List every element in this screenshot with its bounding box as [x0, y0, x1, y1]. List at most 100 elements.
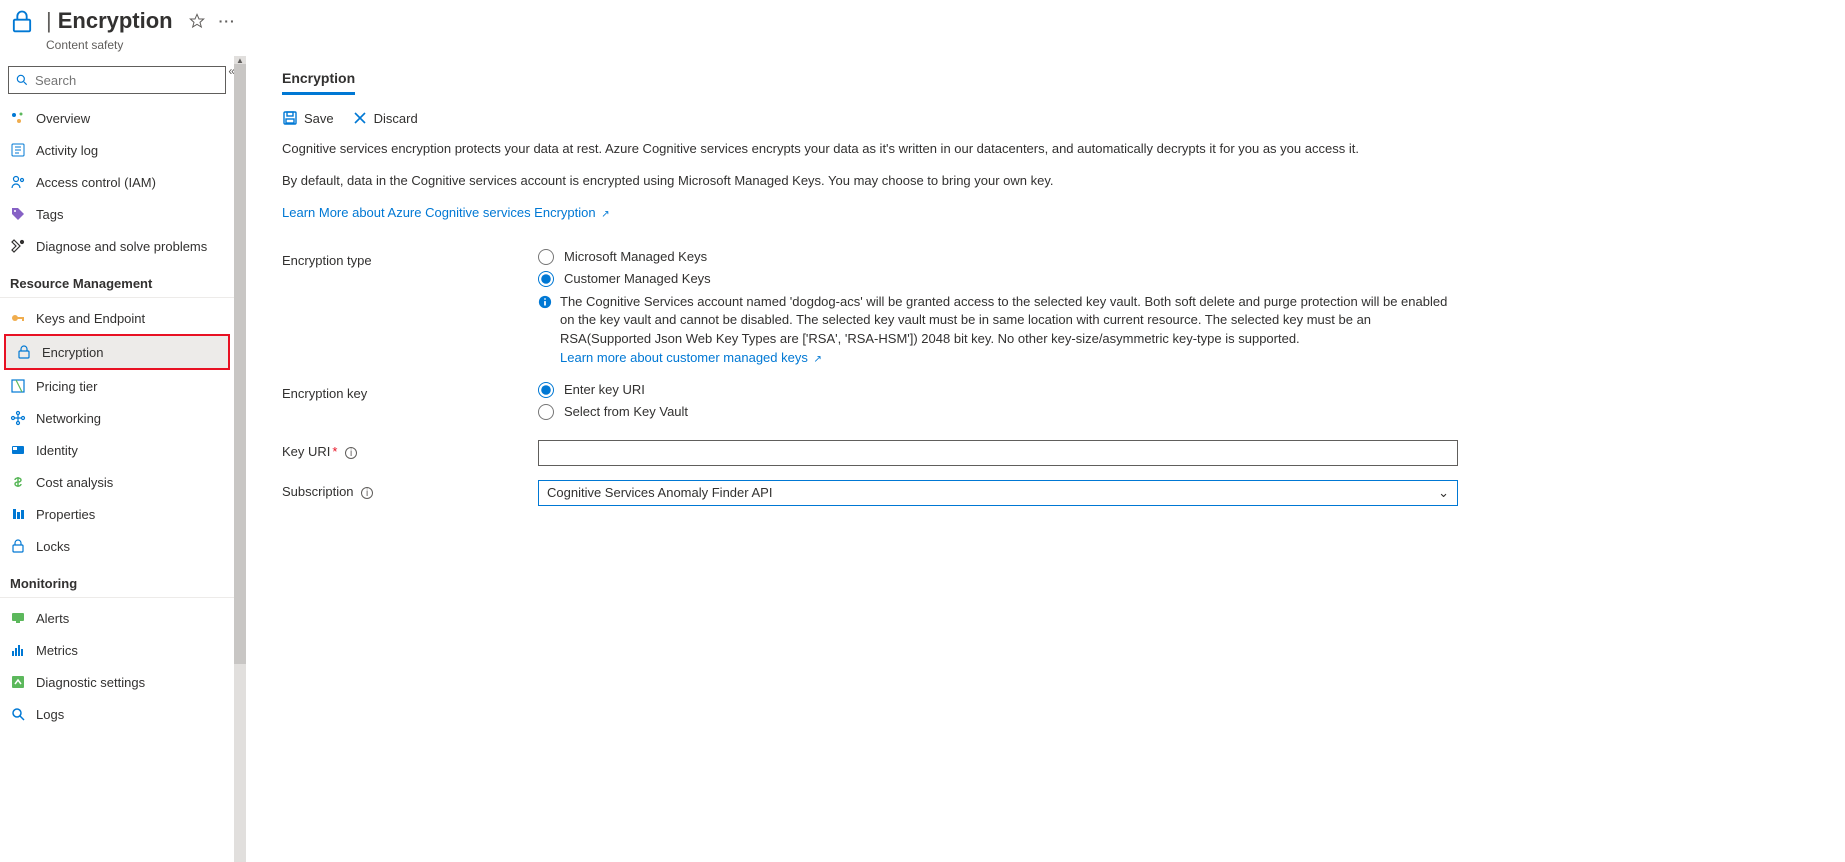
nav-label: Logs — [36, 707, 64, 722]
key-icon — [10, 310, 26, 326]
nav-label: Diagnostic settings — [36, 675, 145, 690]
nav-diagnostic-settings[interactable]: Diagnostic settings — [0, 666, 234, 698]
radio-label-cmk: Customer Managed Keys — [564, 271, 711, 286]
metrics-icon — [10, 642, 26, 658]
breadcrumb-pipe: | — [46, 8, 52, 34]
info-icon[interactable]: i — [345, 447, 357, 459]
resource-type-label: Content safety — [46, 38, 236, 52]
learn-more-link[interactable]: Learn More about Azure Cognitive service… — [282, 205, 610, 220]
key-uri-input[interactable] — [538, 440, 1458, 466]
sidebar: « Overview Activity log Access control (… — [0, 56, 234, 862]
info-text: The Cognitive Services account named 'do… — [560, 294, 1447, 347]
tab-encryption[interactable]: Encryption — [282, 64, 355, 95]
subscription-select[interactable]: Cognitive Services Anomaly Finder API ⌄ — [538, 480, 1458, 506]
nav-label: Keys and Endpoint — [36, 311, 145, 326]
nav-pricing-tier[interactable]: Pricing tier — [0, 370, 234, 402]
radio-label-enter-uri: Enter key URI — [564, 382, 645, 397]
main-content: Encryption Save Discard Cognitive servic… — [246, 56, 1845, 862]
radio-customer-managed-keys[interactable] — [538, 271, 554, 287]
encryption-icon — [16, 344, 32, 360]
iam-icon — [10, 174, 26, 190]
nav-label: Overview — [36, 111, 90, 126]
page-title: Encryption — [58, 8, 173, 34]
nav-label: Encryption — [42, 345, 103, 360]
identity-icon — [10, 442, 26, 458]
nav-label: Cost analysis — [36, 475, 113, 490]
info-icon — [538, 295, 552, 368]
sidebar-scrollbar[interactable]: ▲ — [234, 56, 246, 862]
command-bar: Save Discard — [282, 110, 1821, 126]
learn-more-cmk-link[interactable]: Learn more about customer managed keys ↗ — [560, 350, 822, 365]
save-icon — [282, 110, 298, 126]
properties-icon — [10, 506, 26, 522]
pricing-icon — [10, 378, 26, 394]
more-icon[interactable]: ··· — [219, 13, 236, 29]
nav-label: Identity — [36, 443, 78, 458]
search-icon — [15, 73, 29, 87]
diagnose-icon — [10, 238, 26, 254]
nav-cost-analysis[interactable]: Cost analysis — [0, 466, 234, 498]
nav-label: Metrics — [36, 643, 78, 658]
networking-icon — [10, 410, 26, 426]
nav-label: Activity log — [36, 143, 98, 158]
nav-encryption[interactable]: Encryption — [6, 336, 228, 368]
search-input[interactable] — [35, 73, 219, 88]
nav-networking[interactable]: Networking — [0, 402, 234, 434]
external-link-icon: ↗ — [813, 354, 821, 365]
nav-label: Tags — [36, 207, 63, 222]
nav-activity-log[interactable]: Activity log — [0, 134, 234, 166]
nav-locks[interactable]: Locks — [0, 530, 234, 562]
tag-icon — [10, 206, 26, 222]
nav-label: Properties — [36, 507, 95, 522]
label-subscription: Subscription i — [282, 480, 538, 500]
log-icon — [10, 142, 26, 158]
radio-enter-key-uri[interactable] — [538, 382, 554, 398]
description-1: Cognitive services encryption protects y… — [282, 140, 1821, 158]
nav-group-monitoring: Monitoring — [0, 562, 234, 598]
description-2: By default, data in the Cognitive servic… — [282, 172, 1821, 190]
radio-select-key-vault[interactable] — [538, 404, 554, 420]
nav-label: Locks — [36, 539, 70, 554]
tab-bar: Encryption — [282, 64, 1821, 96]
label-key-uri: Key URI* i — [282, 440, 538, 460]
subscription-value: Cognitive Services Anomaly Finder API — [547, 485, 772, 500]
locks-icon — [10, 538, 26, 554]
page-header: | Encryption ··· Content safety — [0, 0, 1845, 56]
scrollbar-thumb[interactable] — [234, 64, 246, 664]
nav-properties[interactable]: Properties — [0, 498, 234, 530]
nav-alerts[interactable]: Alerts — [0, 602, 234, 634]
overview-icon — [10, 110, 26, 126]
sidebar-search[interactable] — [8, 66, 226, 94]
discard-button[interactable]: Discard — [352, 110, 418, 126]
nav-overview[interactable]: Overview — [0, 102, 234, 134]
nav-label: Alerts — [36, 611, 69, 626]
cost-icon — [10, 474, 26, 490]
nav-access-control[interactable]: Access control (IAM) — [0, 166, 234, 198]
highlight-encryption: Encryption — [4, 334, 230, 370]
label-encryption-type: Encryption type — [282, 249, 538, 268]
external-link-icon: ↗ — [601, 209, 609, 220]
nav-diagnose[interactable]: Diagnose and solve problems — [0, 230, 234, 262]
nav-metrics[interactable]: Metrics — [0, 634, 234, 666]
lock-icon — [8, 8, 36, 36]
cmk-info-block: The Cognitive Services account named 'do… — [538, 293, 1458, 368]
radio-microsoft-managed-keys[interactable] — [538, 249, 554, 265]
nav-identity[interactable]: Identity — [0, 434, 234, 466]
radio-label-mmk: Microsoft Managed Keys — [564, 249, 707, 264]
nav-label: Access control (IAM) — [36, 175, 156, 190]
nav-label: Diagnose and solve problems — [36, 239, 207, 254]
nav-logs[interactable]: Logs — [0, 698, 234, 730]
nav-label: Networking — [36, 411, 101, 426]
nav-group-resource-management: Resource Management — [0, 262, 234, 298]
chevron-down-icon: ⌄ — [1438, 485, 1449, 501]
save-button[interactable]: Save — [282, 110, 334, 126]
info-icon[interactable]: i — [361, 487, 373, 499]
alerts-icon — [10, 610, 26, 626]
favorite-star-icon[interactable] — [189, 13, 205, 29]
discard-icon — [352, 110, 368, 126]
nav-tags[interactable]: Tags — [0, 198, 234, 230]
nav-label: Pricing tier — [36, 379, 97, 394]
nav-keys-endpoint[interactable]: Keys and Endpoint — [0, 302, 234, 334]
label-encryption-key: Encryption key — [282, 382, 538, 401]
logs-icon — [10, 706, 26, 722]
